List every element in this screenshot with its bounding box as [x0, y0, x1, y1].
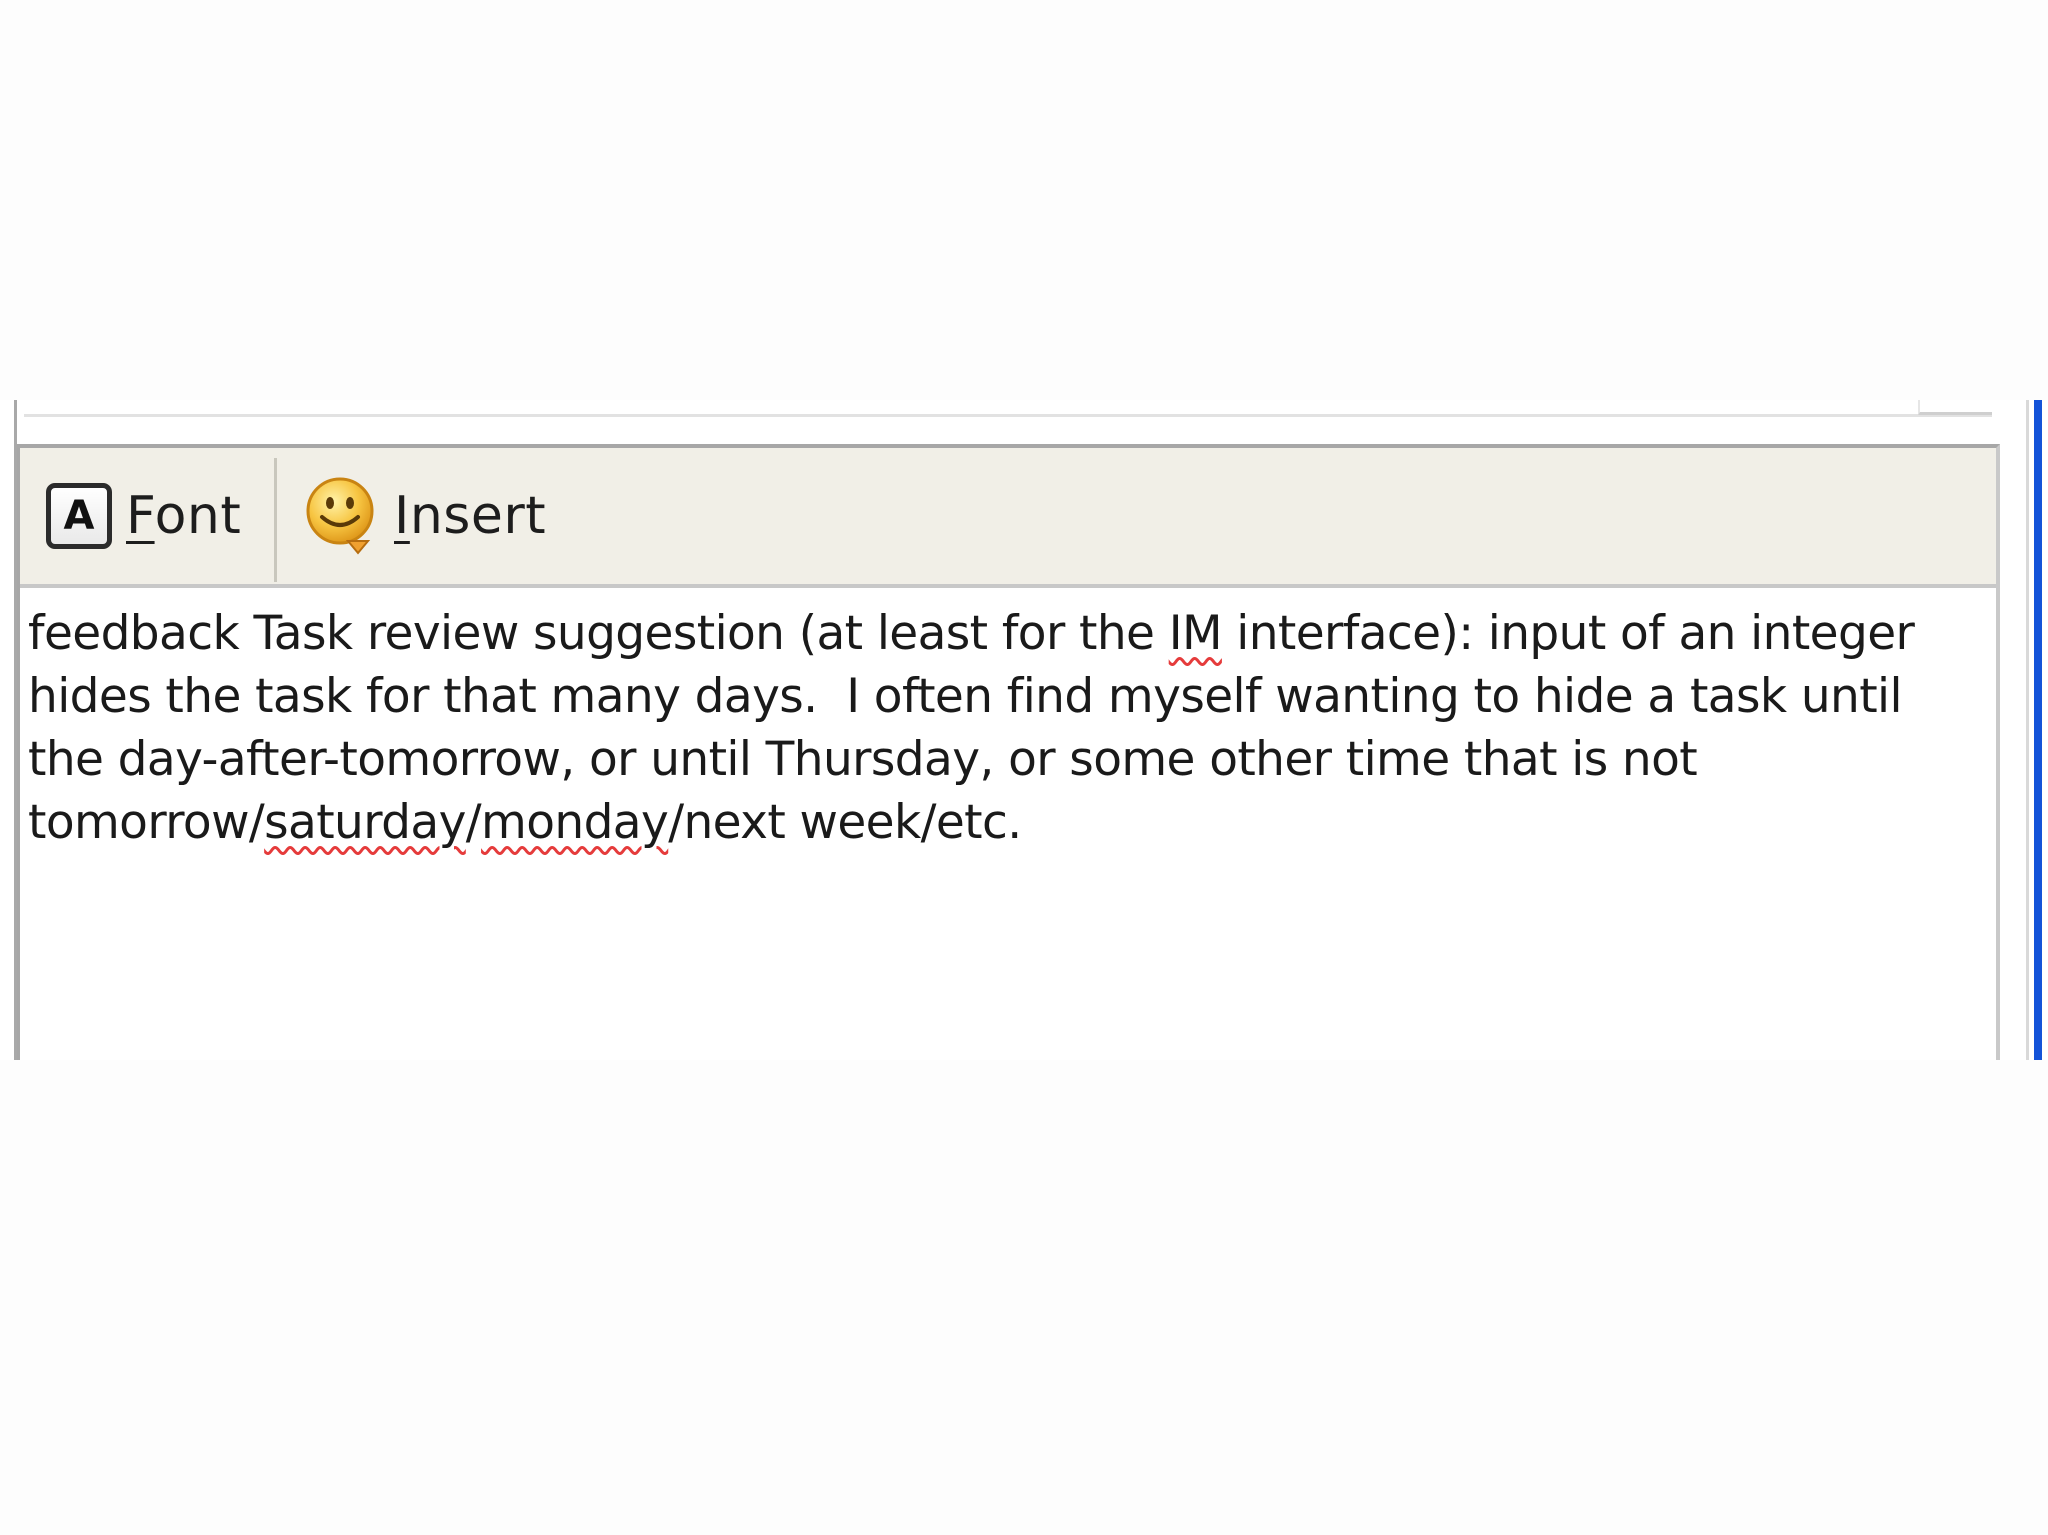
smiley-icon	[304, 475, 380, 557]
misspelled-word[interactable]: saturday	[264, 795, 466, 850]
toolbar-divider	[274, 458, 277, 582]
scrollbar-track-highlight	[2034, 400, 2042, 1060]
insert-button-label: Insert	[394, 486, 547, 546]
formatting-toolbar: A Font Insert	[20, 448, 1996, 588]
message-text-segment: /next week/etc.	[668, 795, 1022, 850]
message-text-segment: feedback Task review suggestion (at leas…	[28, 606, 1169, 661]
pane-splitter[interactable]	[17, 417, 1997, 447]
scrollbar-edge	[2026, 400, 2029, 1060]
message-text-segment: /	[465, 795, 482, 850]
message-compose-area: A Font Insert feedback Task review sugge…	[17, 444, 2000, 1060]
right-scrollbar[interactable]	[2026, 400, 2048, 1060]
font-button-label: Font	[126, 486, 242, 546]
font-icon: A	[46, 483, 112, 549]
conversation-history-pane[interactable]	[24, 400, 1992, 417]
misspelled-word[interactable]: monday	[481, 795, 669, 850]
font-button[interactable]: A Font	[46, 448, 241, 584]
history-scrollbar-corner	[1918, 400, 1992, 415]
screenshot-canvas: A Font Insert feedback Task review sugge…	[0, 0, 2048, 1535]
insert-button[interactable]: Insert	[304, 448, 546, 584]
chat-window: A Font Insert feedback Task review sugge…	[0, 400, 2048, 1060]
message-input[interactable]: feedback Task review suggestion (at leas…	[28, 602, 1968, 854]
misspelled-word[interactable]: IM	[1169, 606, 1223, 661]
